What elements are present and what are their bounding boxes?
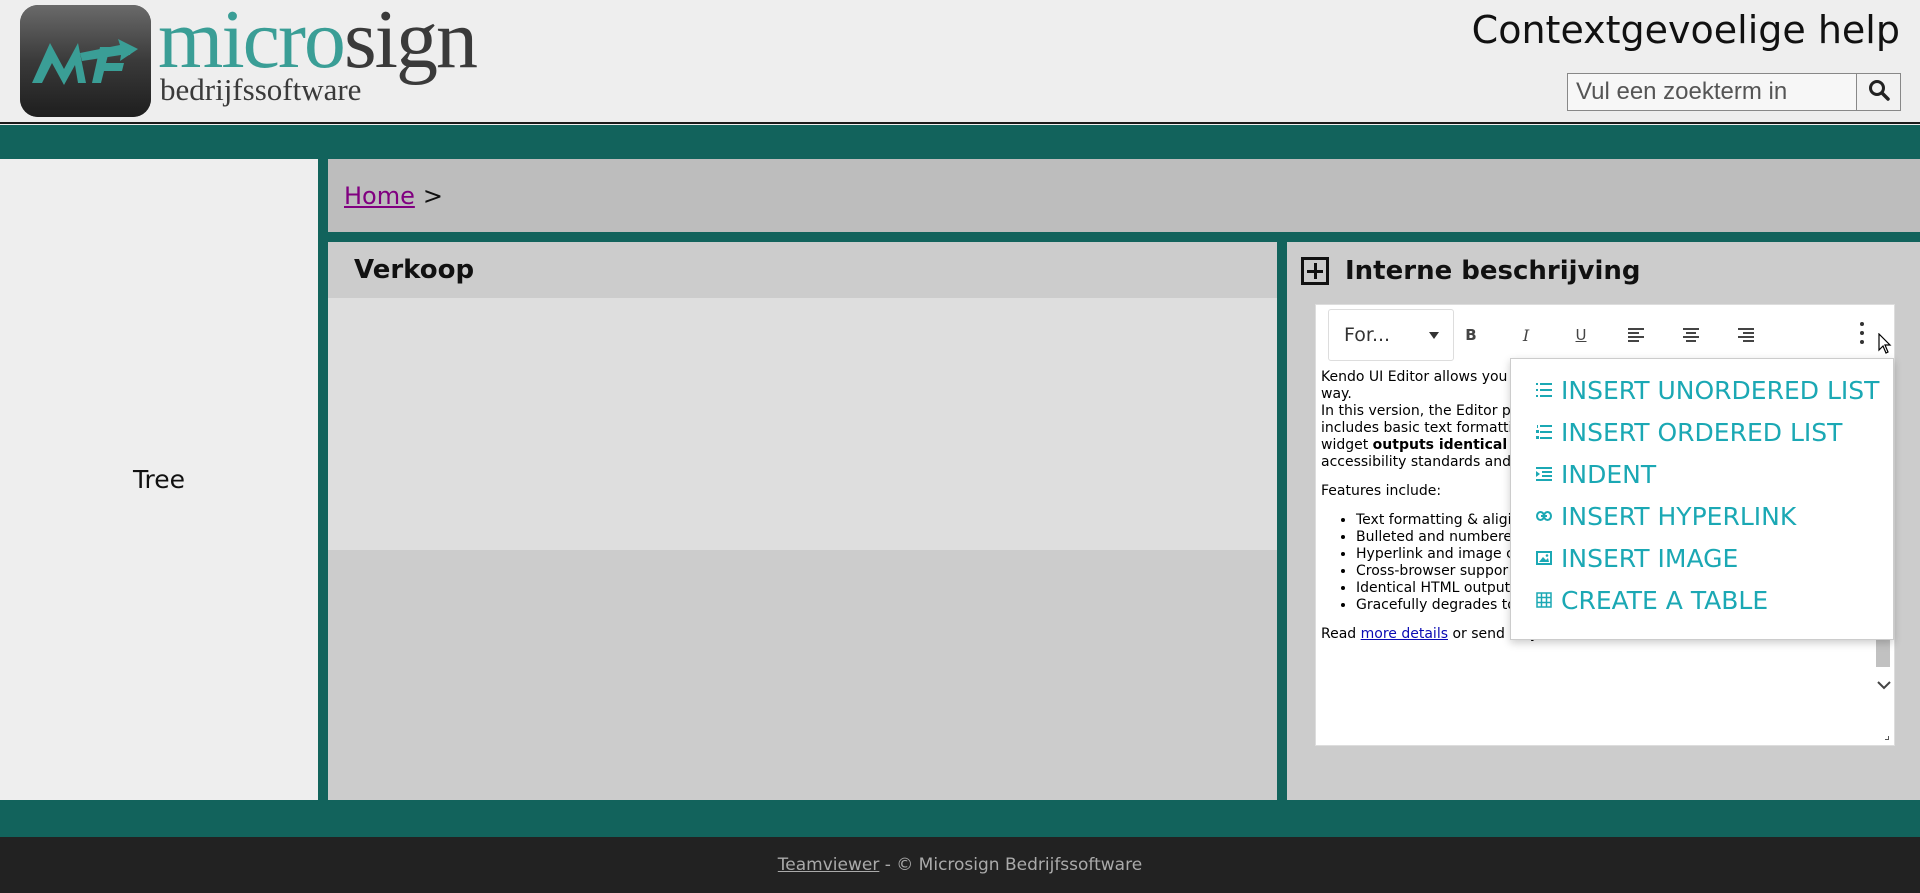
- logo-subtitle: bedrijfssoftware: [160, 72, 362, 107]
- italic-button[interactable]: I: [1511, 320, 1541, 350]
- table-icon: [1535, 591, 1553, 609]
- underline-icon: U: [1575, 326, 1587, 344]
- align-right-icon: [1738, 328, 1754, 342]
- tree-panel: Tree: [0, 159, 318, 800]
- menu-item-label: INSERT IMAGE: [1561, 543, 1739, 573]
- content-bold: outputs identical: [1372, 437, 1508, 453]
- unordered-list-icon: [1535, 381, 1553, 399]
- menu-item-insert-unordered-list[interactable]: INSERT UNORDERED LIST: [1511, 369, 1893, 411]
- format-dropdown[interactable]: For...: [1328, 309, 1454, 361]
- caret-down-icon: [1429, 332, 1439, 339]
- logo-wordmark: microsign: [158, 0, 478, 82]
- menu-item-label: INDENT: [1561, 459, 1657, 489]
- align-left-icon: [1628, 328, 1644, 342]
- chevron-down-icon[interactable]: [1877, 675, 1891, 694]
- image-icon: [1535, 549, 1553, 567]
- footer: Teamviewer - © Microsign Bedrijfssoftwar…: [0, 837, 1920, 893]
- header: microsign bedrijfssoftware Contextgevoel…: [0, 0, 1920, 124]
- align-right-button[interactable]: [1731, 320, 1761, 350]
- content-line: accessibility standards and: [1321, 454, 1512, 470]
- plus-square-icon[interactable]: [1301, 257, 1329, 285]
- logo-icon[interactable]: [20, 5, 151, 117]
- breadcrumb-separator: >: [422, 181, 443, 210]
- divider: [318, 159, 328, 800]
- indent-icon: [1535, 465, 1553, 483]
- footer-copyright: - © Microsign Bedrijfssoftware: [879, 855, 1143, 875]
- bold-icon: B: [1465, 326, 1477, 344]
- logo-wordmark-sign: sign: [343, 0, 478, 86]
- resize-handle-icon[interactable]: [1885, 736, 1889, 740]
- page-title: Contextgevoelige help: [1471, 8, 1900, 52]
- menu-item-label: CREATE A TABLE: [1561, 585, 1769, 615]
- more-options-icon[interactable]: [1858, 322, 1866, 344]
- bold-button[interactable]: B: [1456, 320, 1486, 350]
- underline-button[interactable]: U: [1566, 320, 1596, 350]
- link-icon: [1535, 507, 1553, 525]
- intern-title: Interne beschrijving: [1345, 256, 1641, 286]
- menu-item-label: INSERT ORDERED LIST: [1561, 417, 1843, 447]
- content-line: includes basic text formatti: [1321, 420, 1513, 436]
- content-line: Read: [1321, 626, 1361, 642]
- editor-toolbar: For... B I U: [1316, 305, 1894, 365]
- italic-icon: I: [1522, 325, 1530, 345]
- verkoop-panel: Verkoop: [328, 242, 1277, 800]
- content-line: widget: [1321, 437, 1373, 453]
- format-dropdown-value: For...: [1344, 324, 1391, 346]
- content-line: way.: [1321, 386, 1352, 402]
- menu-item-create-table[interactable]: CREATE A TABLE: [1511, 579, 1893, 621]
- menu-item-insert-ordered-list[interactable]: INSERT ORDERED LIST: [1511, 411, 1893, 453]
- search-icon: [1868, 79, 1890, 105]
- align-left-button[interactable]: [1621, 320, 1651, 350]
- breadcrumb: Home >: [328, 159, 1920, 232]
- content-line: Kendo UI Editor allows you: [1321, 369, 1508, 385]
- search-bar: [1567, 73, 1901, 111]
- breadcrumb-home-link[interactable]: Home: [344, 182, 415, 210]
- toolbar-overflow-menu: INSERT UNORDERED LIST INSERT ORDERED LIS…: [1510, 358, 1894, 640]
- teamviewer-link[interactable]: Teamviewer: [778, 855, 880, 875]
- bottom-band: [0, 800, 1920, 837]
- align-center-button[interactable]: [1676, 320, 1706, 350]
- verkoop-title: Verkoop: [328, 242, 1277, 298]
- ordered-list-icon: [1535, 423, 1553, 441]
- more-details-link[interactable]: more details: [1361, 626, 1448, 642]
- menu-item-label: INSERT HYPERLINK: [1561, 501, 1797, 531]
- menu-item-insert-image[interactable]: INSERT IMAGE: [1511, 537, 1893, 579]
- editor-scrollbar[interactable]: [1876, 635, 1892, 695]
- menu-item-indent[interactable]: INDENT: [1511, 453, 1893, 495]
- top-band: [0, 125, 1920, 159]
- tree-label: Tree: [132, 465, 186, 494]
- divider: [328, 232, 1920, 242]
- verkoop-body: [328, 298, 1277, 550]
- divider: [1277, 242, 1287, 800]
- intern-header: Interne beschrijving: [1301, 256, 1641, 286]
- menu-item-label: INSERT UNORDERED LIST: [1561, 375, 1880, 405]
- mouse-cursor-icon: [1878, 332, 1892, 359]
- content-line: In this version, the Editor p: [1321, 403, 1511, 419]
- menu-item-insert-hyperlink[interactable]: INSERT HYPERLINK: [1511, 495, 1893, 537]
- search-input[interactable]: [1567, 73, 1857, 111]
- search-button[interactable]: [1857, 73, 1901, 111]
- align-center-icon: [1683, 328, 1699, 342]
